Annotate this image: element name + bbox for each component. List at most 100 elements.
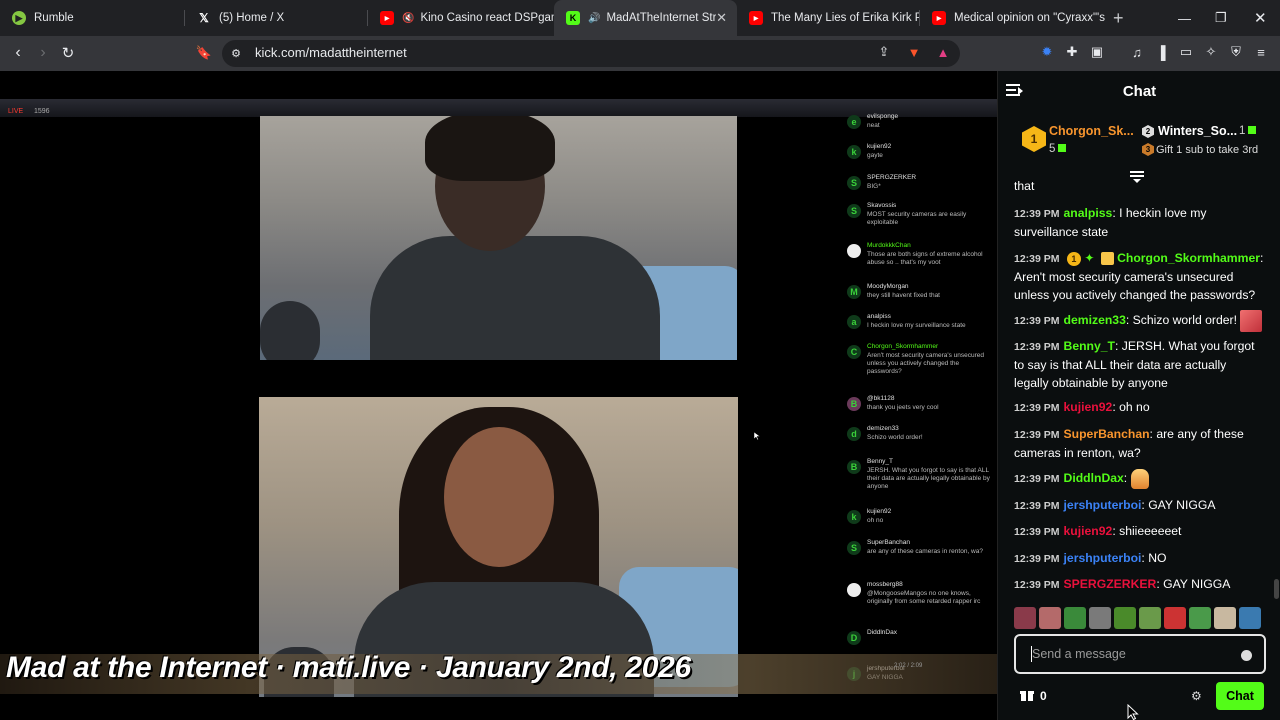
- emote-button[interactable]: [1164, 607, 1186, 629]
- sparkle-badge-icon: ✦: [1084, 251, 1095, 266]
- chat-username[interactable]: kujien92: [1064, 524, 1113, 538]
- sidebar-icon[interactable]: ▐: [1153, 44, 1169, 60]
- extensions-puzzle-icon[interactable]: ✚: [1064, 44, 1080, 60]
- brave-rewards-icon[interactable]: ▲: [935, 44, 951, 60]
- emote-button[interactable]: [1039, 607, 1061, 629]
- emote-button[interactable]: [1114, 607, 1136, 629]
- menu-icon[interactable]: ≡: [1253, 44, 1269, 60]
- overlay-message-text: JERSH. What you forgot to say is that AL…: [867, 467, 990, 490]
- url-text[interactable]: kick.com/madattheinternet: [255, 45, 407, 60]
- chat-username[interactable]: Benny_T: [1064, 339, 1115, 353]
- overlay-message-text: gayte: [867, 152, 883, 159]
- chat-scrollbar[interactable]: [1274, 579, 1279, 599]
- overlay-avatar: [847, 583, 861, 597]
- overlay-message-text: Aren't most security camera's unsecured …: [867, 352, 984, 375]
- chat-settings-icon[interactable]: ⚙: [1191, 689, 1202, 703]
- chat-header: Chat: [998, 71, 1280, 111]
- extension-icon[interactable]: ✹: [1039, 44, 1055, 60]
- overlay-avatar: S: [847, 541, 861, 555]
- overlay-username: DiddlnDax: [867, 629, 897, 636]
- overlay-avatar: k: [847, 145, 861, 159]
- tab-madattheinternet[interactable]: K 🔊 MadAtTheInternet Stream ✕: [554, 0, 737, 36]
- back-button[interactable]: ‹: [8, 43, 28, 63]
- chat-username[interactable]: DiddlnDax: [1064, 471, 1124, 485]
- emote-button[interactable]: [1189, 607, 1211, 629]
- tab-label: The Many Lies of Erika Kirk Pt.1: [771, 12, 920, 24]
- gifter-badge-icon: 1: [1066, 251, 1081, 266]
- embedded-chat-overlay: e evilsponge neat k kujien92 gayte S SPERGZERKE…: [843, 105, 997, 695]
- chat-username[interactable]: kujien92: [1064, 400, 1113, 414]
- chat-message: 12:39 PM kujien92: oh no: [1014, 400, 1150, 414]
- screenshot-icon[interactable]: ▣: [1089, 44, 1105, 60]
- chat-title: Chat: [1122, 83, 1157, 100]
- emote-button[interactable]: [1089, 607, 1111, 629]
- tab-label: MadAtTheInternet Stream: [606, 12, 717, 24]
- emote-image: [1130, 469, 1149, 489]
- bookmark-icon[interactable]: 🔖: [194, 43, 214, 63]
- points-gift-icon[interactable]: [1020, 688, 1034, 702]
- tab-kino-casino[interactable]: ▶ 🔇 Kino Casino react DSPgaming: [368, 0, 554, 36]
- chat-username[interactable]: Chorgon_Skormhammer: [1117, 251, 1260, 265]
- tab-x-home[interactable]: 𝕏 (5) Home / X: [185, 0, 368, 36]
- overlay-message-text: are any of these cameras in renton, wa?: [867, 548, 983, 555]
- overlay-avatar: D: [847, 631, 861, 645]
- overlay-username: SuperBanchan: [867, 539, 911, 546]
- overlay-avatar: S: [847, 204, 861, 218]
- emote-button[interactable]: [1139, 607, 1161, 629]
- forward-button[interactable]: ›: [33, 43, 53, 63]
- send-chat-button[interactable]: Chat: [1216, 682, 1264, 710]
- chat-username[interactable]: jershputerboi: [1064, 498, 1142, 512]
- maximize-button[interactable]: ❐: [1215, 0, 1227, 36]
- music-icon[interactable]: ♫: [1129, 44, 1145, 60]
- overlay-username: mossberg88: [867, 581, 903, 588]
- gift-hint: Gift 1 sub to take 3rd: [1156, 144, 1259, 156]
- chat-message: that: [1014, 181, 1035, 193]
- chat-username[interactable]: demizen33: [1064, 313, 1126, 327]
- reload-button[interactable]: ↻: [58, 43, 78, 63]
- chat-panel: Chat 1 Chorgon_Sk... 5 2 Winters_So... 1…: [997, 71, 1280, 720]
- chat-message: 12:39 PM SPERGZERKER: GAY NIGGA: [1014, 577, 1231, 591]
- chat-username[interactable]: SuperBanchan: [1064, 427, 1150, 441]
- tab-rumble[interactable]: ▶ Rumble: [0, 0, 185, 36]
- site-info-icon[interactable]: ⚙: [226, 43, 246, 63]
- top-gifter-name[interactable]: Chorgon_Sk...: [1049, 124, 1134, 138]
- overlay-avatar: S: [847, 176, 861, 190]
- tab-erika-kirk[interactable]: ▶ The Many Lies of Erika Kirk Pt.1: [737, 0, 920, 36]
- chat-message: 12:39 PM jershputerboi: GAY NIGGA: [1014, 498, 1216, 512]
- chat-input[interactable]: Send a message: [1014, 634, 1266, 674]
- chat-username[interactable]: SPERGZERKER: [1064, 577, 1157, 591]
- video-player[interactable]: LIVE 1596 e evilsponge neat k kujien92 gayte S…: [0, 71, 997, 720]
- emoji-picker-icon[interactable]: [1241, 650, 1252, 661]
- second-gifter-name[interactable]: Winters_So...: [1158, 124, 1237, 138]
- chat-footer: 0 ⚙ Chat: [998, 681, 1280, 711]
- speaker-icon[interactable]: 🔊: [588, 13, 600, 24]
- overlay-username: MoodyMorgan: [867, 283, 909, 290]
- leo-ai-icon[interactable]: ✧: [1203, 44, 1219, 60]
- gift-rank-2-badge: 2: [1142, 125, 1154, 138]
- overlay-message-text: BIG*: [867, 183, 881, 190]
- brave-shields-icon[interactable]: ▼: [906, 44, 922, 60]
- minimize-button[interactable]: —: [1178, 0, 1191, 36]
- emote-button[interactable]: [1014, 607, 1036, 629]
- muted-speaker-icon[interactable]: 🔇: [402, 13, 414, 24]
- wallet-icon[interactable]: ▭: [1178, 44, 1194, 60]
- stream-caption: Mad at the Internet · mati.live · Januar…: [6, 651, 691, 684]
- emote-button[interactable]: [1064, 607, 1086, 629]
- chat-messages: that 12:39 PM analpiss: I heckin love my …: [998, 181, 1280, 607]
- chat-username[interactable]: analpiss: [1064, 206, 1113, 220]
- chat-message: 12:39 PM DiddlnDax:: [1014, 469, 1264, 489]
- close-tab-icon[interactable]: ✕: [716, 10, 727, 26]
- share-icon[interactable]: ⇪: [876, 44, 892, 60]
- new-tab-button[interactable]: +: [1113, 8, 1124, 29]
- emote-button[interactable]: [1214, 607, 1236, 629]
- emote-button[interactable]: [1239, 607, 1261, 629]
- tab-label: Rumble: [34, 12, 74, 24]
- youtube-icon: ▶: [932, 11, 946, 25]
- chat-input-placeholder[interactable]: Send a message: [1032, 647, 1126, 661]
- chat-username[interactable]: jershputerboi: [1064, 551, 1142, 565]
- vpn-icon[interactable]: ⛨: [1228, 44, 1244, 60]
- second-gifter-count: 1: [1239, 125, 1257, 137]
- tab-medical-opinion[interactable]: ▶ Medical opinion on "Cyraxx"'s m: [920, 0, 1105, 36]
- close-window-button[interactable]: ✕: [1254, 0, 1267, 36]
- overlay-avatar: C: [847, 345, 861, 359]
